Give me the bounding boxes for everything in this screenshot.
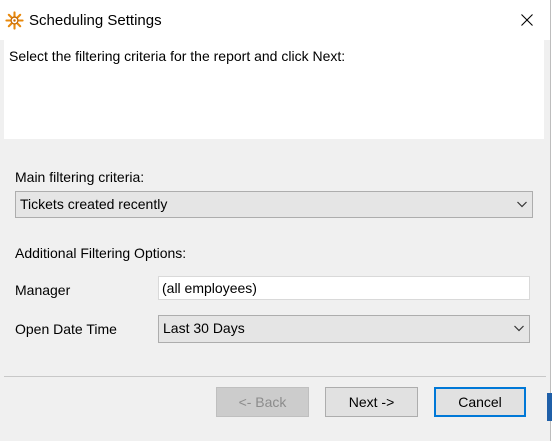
title-bar: Scheduling Settings	[0, 0, 550, 40]
open-date-selected: Last 30 Days	[163, 320, 245, 336]
sparkle-gear-icon	[5, 11, 24, 30]
manager-input[interactable]	[162, 279, 522, 297]
close-icon	[521, 14, 533, 26]
next-button[interactable]: Next ->	[325, 387, 418, 417]
window-title: Scheduling Settings	[29, 12, 162, 29]
chevron-down-icon	[514, 325, 524, 332]
manager-field[interactable]	[158, 276, 530, 300]
open-date-label: Open Date Time	[15, 321, 117, 337]
open-date-dropdown[interactable]: Last 30 Days	[158, 315, 530, 343]
chevron-down-icon	[517, 201, 527, 208]
close-button[interactable]	[504, 0, 550, 40]
main-filter-dropdown[interactable]: Tickets created recently	[15, 191, 533, 218]
footer-divider	[4, 376, 546, 377]
cancel-button[interactable]: Cancel	[434, 387, 526, 417]
additional-options-label: Additional Filtering Options:	[15, 245, 187, 261]
main-filter-selected: Tickets created recently	[20, 196, 168, 212]
scheduling-settings-dialog: Scheduling Settings Select the filtering…	[0, 0, 551, 441]
instruction-text: Select the filtering criteria for the re…	[9, 48, 346, 64]
back-button[interactable]: <- Back	[216, 387, 309, 417]
instruction-panel: Select the filtering criteria for the re…	[4, 40, 544, 139]
background-window-edge	[547, 393, 552, 421]
main-filter-label: Main filtering criteria:	[15, 169, 145, 185]
manager-label: Manager	[15, 282, 71, 298]
